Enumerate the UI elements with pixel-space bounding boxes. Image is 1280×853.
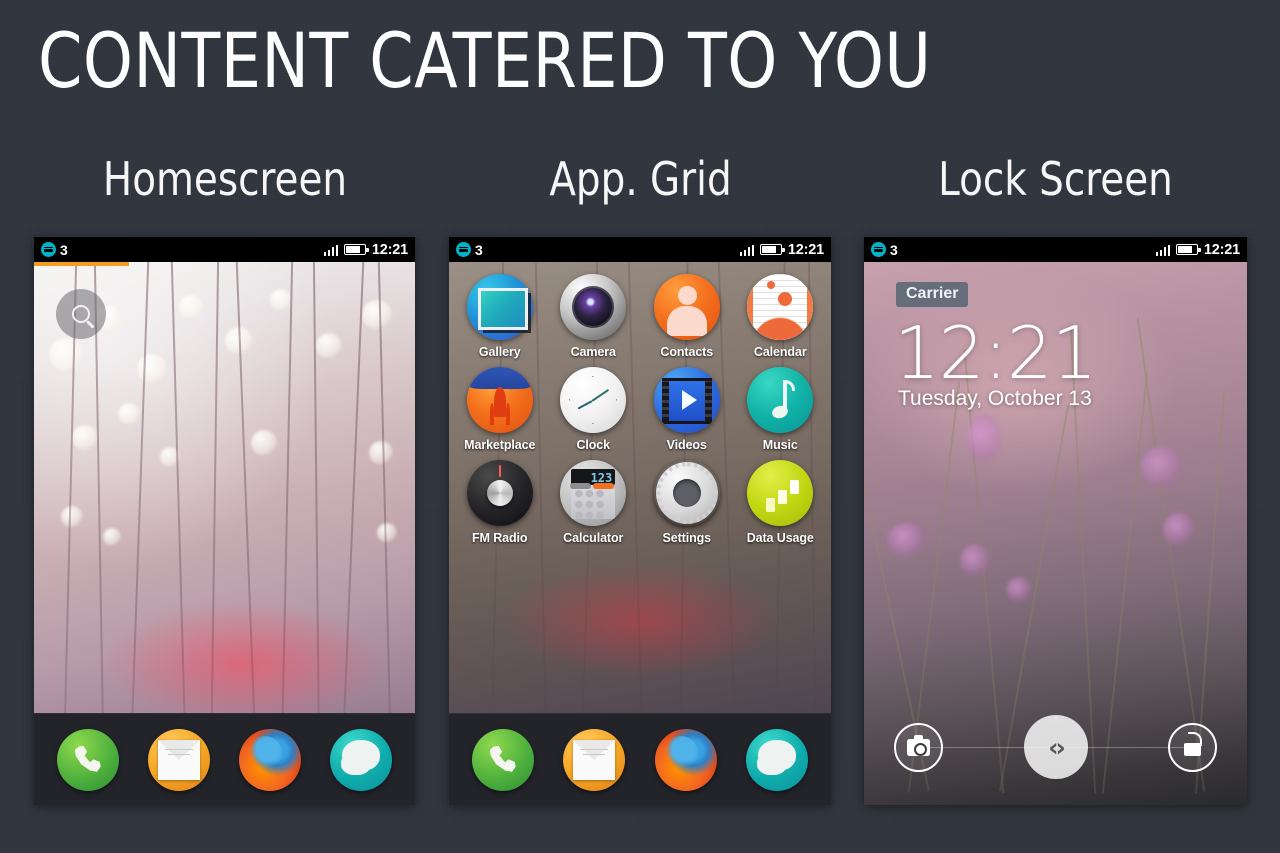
notification-lines-icon[interactable] [871,242,886,257]
column-title-homescreen: Homescreen [102,152,348,206]
app-label: Data Usage [746,531,814,545]
padlock-glyph [1184,731,1202,756]
column-title-app-grid: App. Grid [549,152,732,206]
battery-icon [343,244,369,255]
battery-icon [759,244,785,255]
dock-item-email[interactable] [563,728,626,791]
dock-item-phone[interactable] [471,728,534,791]
lock-screen-date: Tuesday, October 13 [898,387,1092,410]
dock-item-messages[interactable] [746,728,809,791]
contacts-icon [653,274,720,340]
phone-mockup-homescreen: 3 12:21 [34,237,415,805]
signal-bars-icon [1155,244,1170,256]
status-bar-right: 12:21 [739,241,824,258]
notification-lines-icon[interactable] [41,242,56,257]
carrier-badge: Carrier [896,282,969,307]
app-item-contacts[interactable]: Contacts [640,274,734,359]
app-item-data-usage[interactable]: Data Usage [734,460,828,545]
app-label: Calendar [753,345,807,359]
status-bar-clock: 12:21 [371,241,408,258]
unlock-slider-icon[interactable]: ‹› [1023,715,1088,779]
app-label: FM Radio [472,531,528,545]
magnifier-glyph [72,305,90,323]
notification-count: 3 [60,241,68,258]
unlock-padlock-icon[interactable] [1168,722,1217,772]
data-usage-icon [747,460,814,526]
dock-item-messages[interactable] [330,728,393,791]
search-icon[interactable] [56,289,106,339]
signal-bars-icon [323,244,338,256]
app-item-calendar[interactable]: Calendar [734,274,828,359]
app-label: Camera [570,345,616,359]
phone-mockup-app-grid: 3 12:21 Gallery Camera Contacts Calendar… [449,237,831,805]
app-label: Gallery [478,345,521,359]
app-label: Calculator [563,531,624,545]
settings-gear-icon [654,460,720,526]
clock-icon [560,367,627,433]
status-bar-right: 12:21 [1155,241,1240,258]
status-bar-homescreen: 3 12:21 [34,237,415,262]
app-label: Settings [662,531,711,545]
app-label: Music [762,438,798,452]
status-bar-clock: 12:21 [1203,241,1240,258]
app-label: Marketplace [464,438,536,452]
app-grid: Gallery Camera Contacts Calendar Marketp… [449,262,831,713]
signal-bars-icon [739,244,754,256]
status-bar-left: 3 [456,242,483,257]
phone-mockup-lock-screen: 3 12:21 Carrier 12:21 Tuesday, October 1… [864,237,1247,805]
fm-radio-icon [466,460,533,526]
calculator-icon: 123 [560,460,627,526]
camera-icon [560,274,627,340]
app-item-music[interactable]: Music [734,367,828,452]
dock-item-browser[interactable] [654,728,717,791]
notification-lines-icon[interactable] [456,242,471,257]
homescreen-accent-bar [34,262,130,266]
marketplace-icon [466,367,533,433]
app-item-gallery[interactable]: Gallery [453,274,547,359]
music-icon [747,367,814,433]
status-bar-app-grid: 3 12:21 [449,237,831,262]
dock-homescreen [34,713,415,805]
dock-item-email[interactable] [147,728,210,791]
app-item-camera[interactable]: Camera [547,274,641,359]
dock-item-phone[interactable] [56,728,119,791]
app-item-marketplace[interactable]: Marketplace [453,367,547,452]
app-label: Clock [576,438,611,452]
status-bar-left: 3 [41,242,68,257]
camera-glyph [907,734,930,756]
battery-icon [1175,244,1201,255]
dock-item-browser[interactable] [239,728,302,791]
status-bar-right: 12:21 [323,241,408,258]
page-title: CONTENT CATERED TO YOU [38,16,932,105]
notification-count: 3 [890,241,898,258]
app-item-settings[interactable]: Settings [640,460,734,545]
lock-screen-controls: ‹› [864,715,1247,779]
status-bar-clock: 12:21 [787,241,824,258]
app-label: Videos [666,438,707,452]
column-title-lock-screen: Lock Screen [938,152,1173,206]
calendar-icon [747,274,814,340]
dock-app-grid [449,713,831,805]
gallery-icon [466,274,533,340]
app-item-videos[interactable]: Videos [640,367,734,452]
app-item-fm-radio[interactable]: FM Radio [453,460,547,545]
lock-screen-time: 12:21 [894,311,1097,395]
status-bar-left: 3 [871,242,898,257]
status-bar-lock-screen: 3 12:21 [864,237,1247,262]
camera-shutter-icon[interactable] [894,722,943,772]
app-item-clock[interactable]: Clock [547,367,641,452]
videos-icon [653,367,720,433]
notification-count: 3 [475,241,483,258]
app-item-calculator[interactable]: 123 Calculator [547,460,641,545]
app-label: Contacts [660,345,714,359]
